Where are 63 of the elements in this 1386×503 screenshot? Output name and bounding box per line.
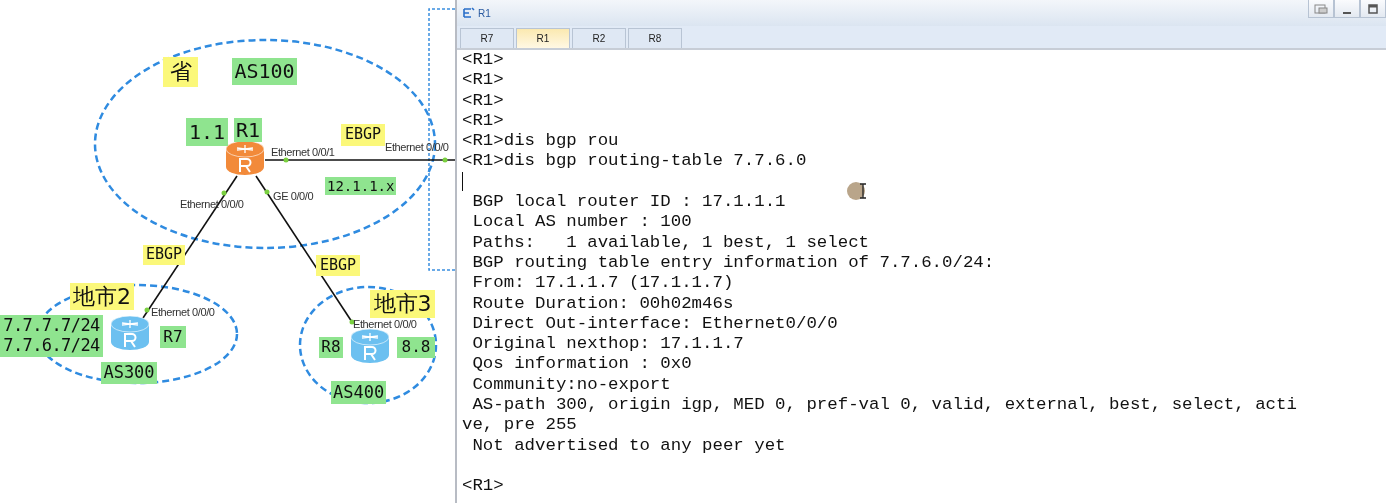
console-line: <R1> <box>462 476 505 497</box>
node-label: 12.1.1.x <box>325 177 397 195</box>
node-label: 1.1 <box>186 118 228 146</box>
node-label: AS100 <box>232 58 297 85</box>
port-label: Ethernet 0/0/1 <box>271 146 336 159</box>
maximize-icon <box>1368 3 1378 14</box>
window-title: R1 <box>478 7 491 19</box>
console-line: Paths: 1 available, 1 best, 1 select <box>471 232 870 253</box>
console-line: <R1> <box>462 70 505 91</box>
console-line: Direct Out-interface: Ethernet0/0/0 <box>471 313 839 335</box>
minimize-button[interactable] <box>1334 0 1360 18</box>
console-line: <R1>dis bgp rou <box>462 131 620 152</box>
console-line: ve, pre 255 <box>462 415 578 436</box>
router-icon[interactable] <box>350 328 390 364</box>
node-label: R1 <box>234 118 263 142</box>
session-label: EBGP <box>341 124 385 146</box>
tab[interactable]: R2 <box>572 28 626 48</box>
minimize-icon <box>1343 11 1351 14</box>
session-label: EBGP <box>143 245 185 265</box>
console-line: <R1> <box>462 90 505 111</box>
router-icon[interactable] <box>225 140 265 176</box>
port-label: Ethernet 0/0/0 <box>353 318 418 331</box>
port-dot <box>283 157 289 163</box>
console-line: BGP routing table entry information of 7.7.6.0/24: <box>471 252 996 274</box>
area-label: 省 <box>163 57 198 87</box>
text-caret <box>462 171 463 191</box>
port-label: GE 0/0/0 <box>273 190 315 203</box>
area-label: 地市3 <box>370 290 435 318</box>
port-label: Ethernet 0/0/0 <box>180 198 245 211</box>
node-label: AS300 <box>101 362 157 384</box>
port-dot <box>221 190 227 196</box>
console-line: AS-path 300, origin igp, MED 0, pref-val 0, valid, external, best, select, acti <box>471 395 1298 416</box>
node-label: R7 <box>160 326 186 348</box>
restore-icon <box>1314 3 1328 14</box>
maximize-button[interactable] <box>1360 0 1386 18</box>
app-icon <box>463 7 475 19</box>
port-label: Ethernet 0/0/0 <box>151 306 216 319</box>
area-label: 地市2 <box>70 283 134 310</box>
router-icon[interactable] <box>110 315 150 351</box>
console-line: <R1>dis bgp routing-table 7.7.6.0 <box>462 151 808 172</box>
port-dot <box>442 157 448 163</box>
node-label: 7.7.7.7/24 7.7.6.7/24 <box>0 315 103 357</box>
port-dot <box>349 319 355 325</box>
port-dot <box>144 307 150 313</box>
console-line: From: 17.1.1.7 (17.1.1.7) <box>471 273 735 294</box>
port-dot <box>264 189 270 195</box>
console-line: Qos information : 0x0 <box>471 354 693 375</box>
console-line: Not advertised to any peer yet <box>471 435 787 456</box>
session-label: EBGP <box>316 255 360 276</box>
node-label: R8 <box>319 337 343 358</box>
console-line: <R1> <box>462 50 505 71</box>
console-line: Route Duration: 00h02m46s <box>471 293 735 314</box>
node-label: 8.8 <box>397 337 435 358</box>
tab[interactable]: R7 <box>460 28 514 48</box>
node-label: AS400 <box>331 381 387 404</box>
tab[interactable]: R1 <box>516 28 570 48</box>
tab[interactable]: R8 <box>628 28 682 48</box>
console-line: Original nexthop: 17.1.1.7 <box>471 334 745 355</box>
console-line: Community:no-export <box>471 374 672 396</box>
console-line: BGP local router ID : 17.1.1.1 <box>471 192 787 213</box>
console-line: <R1> <box>462 110 505 132</box>
console-line: Local AS number : 100 <box>471 212 693 233</box>
mouse-cursor-icon <box>847 180 869 202</box>
